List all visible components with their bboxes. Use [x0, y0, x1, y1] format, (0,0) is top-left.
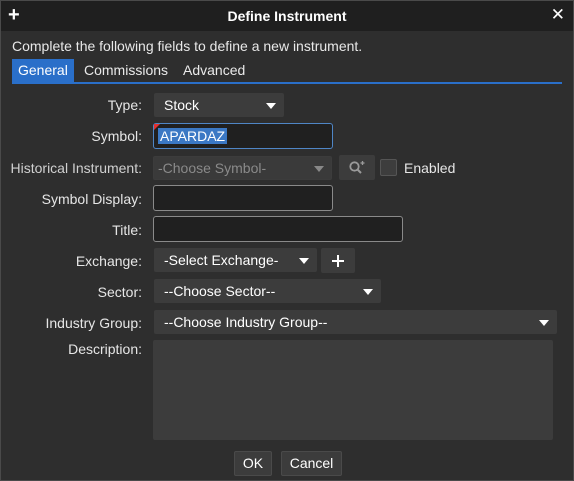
symbol-value: APARDAZ — [158, 128, 228, 144]
description-label: Description: — [68, 341, 142, 357]
tab-advanced[interactable]: Advanced — [177, 59, 251, 82]
tab-bar: General Commissions Advanced — [12, 59, 562, 82]
symbol-input[interactable]: APARDAZ — [153, 123, 333, 149]
tab-underline — [12, 82, 562, 84]
define-instrument-dialog: + Define Instrument ✕ Complete the follo… — [0, 0, 574, 481]
ok-button[interactable]: OK — [234, 451, 272, 476]
search-symbol-button[interactable] — [339, 155, 375, 180]
industry-group-label: Industry Group: — [45, 315, 143, 331]
enabled-checkbox[interactable] — [380, 159, 397, 176]
industry-group-select[interactable]: --Choose Industry Group-- — [154, 310, 557, 334]
historical-instrument-select[interactable]: -Choose Symbol- — [153, 156, 332, 180]
title-bar[interactable]: + Define Instrument ✕ — [1, 1, 573, 31]
type-label: Type: — [107, 97, 142, 113]
title-input[interactable] — [153, 216, 403, 242]
exchange-label: Exchange: — [75, 253, 142, 269]
plus-icon — [332, 254, 344, 267]
add-exchange-button[interactable] — [321, 248, 355, 273]
tab-commissions[interactable]: Commissions — [78, 59, 174, 82]
required-marker — [154, 124, 160, 130]
sector-label: Sector: — [97, 284, 142, 300]
symbol-display-label: Symbol Display: — [41, 191, 142, 207]
symbol-label: Symbol: — [91, 128, 142, 144]
chevron-down-icon — [363, 289, 373, 295]
symbol-display-input[interactable] — [153, 185, 333, 211]
historical-instrument-value: -Choose Symbol- — [158, 160, 267, 176]
chevron-down-icon — [299, 258, 309, 264]
type-select[interactable]: Stock — [154, 93, 284, 117]
chevron-down-icon — [266, 103, 276, 109]
description-textarea[interactable] — [153, 340, 553, 440]
historical-instrument-label: Historical Instrument: — [10, 160, 142, 176]
exchange-select[interactable]: -Select Exchange- — [154, 248, 317, 272]
search-icon — [349, 160, 365, 174]
tab-general[interactable]: General — [12, 59, 74, 82]
sector-value: --Choose Sector-- — [164, 283, 276, 299]
sector-select[interactable]: --Choose Sector-- — [154, 279, 381, 303]
exchange-value: -Select Exchange- — [164, 252, 279, 268]
title-label: Title: — [112, 222, 142, 238]
industry-group-value: --Choose Industry Group-- — [164, 314, 328, 330]
cancel-button[interactable]: Cancel — [281, 451, 342, 476]
chevron-down-icon — [314, 166, 324, 172]
intro-text: Complete the following fields to define … — [12, 38, 363, 54]
window-title: Define Instrument — [227, 8, 347, 24]
close-icon[interactable]: ✕ — [551, 5, 565, 25]
chevron-down-icon — [539, 320, 549, 326]
type-value: Stock — [164, 97, 200, 113]
enabled-label: Enabled — [404, 160, 456, 176]
